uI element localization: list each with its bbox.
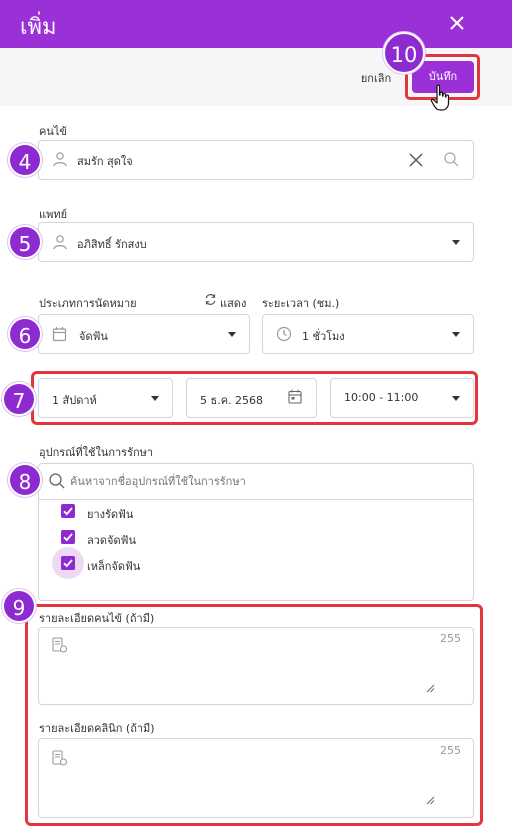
duration-label: ระยะเวลา (ชม.): [262, 297, 340, 310]
doctor-label: แพทย์: [39, 208, 68, 221]
appointment-type-select[interactable]: [38, 314, 250, 354]
doctor-value: อภิสิทธิ์ รักสงบ: [77, 238, 147, 251]
check-icon: [63, 533, 73, 542]
show-toggle-label[interactable]: แสดง: [220, 294, 246, 312]
clinic-details-counter: 255: [440, 744, 461, 757]
date-value: 5 ธ.ค. 2568: [200, 394, 264, 407]
dialog-title: เพิ่ม: [20, 15, 57, 40]
equipment-item-label: ยางรัดฟัน: [87, 508, 134, 521]
calendar-icon[interactable]: [288, 389, 302, 404]
chevron-down-icon: [151, 396, 159, 401]
patient-label: คนไข้: [39, 125, 67, 138]
check-icon: [63, 559, 73, 568]
chevron-down-icon: [228, 332, 236, 337]
hand-cursor-icon: [430, 84, 450, 111]
step-badge-patient: 4: [8, 143, 42, 177]
note-icon: [52, 750, 68, 766]
cancel-button[interactable]: ยกเลิก: [352, 69, 400, 89]
step-badge-details: 9: [2, 589, 36, 623]
patient-details-label: รายละเอียดคนไข้ (ถ้ามี): [39, 612, 155, 625]
chevron-down-icon: [452, 396, 460, 401]
step-badge-schedule: 7: [2, 382, 36, 416]
patient-details-textarea[interactable]: [38, 627, 474, 705]
resize-handle-icon[interactable]: [425, 795, 435, 805]
note-icon: [52, 637, 68, 653]
step-badge-type: 6: [8, 317, 42, 351]
search-icon[interactable]: [443, 151, 460, 168]
patient-details-counter: 255: [440, 632, 461, 645]
divider: [38, 499, 474, 500]
refresh-icon[interactable]: [204, 293, 217, 306]
step-badge-equipment: 8: [8, 463, 42, 497]
appointment-type-label: ประเภทการนัดหมาย: [39, 297, 137, 310]
equipment-label: อุปกรณ์ที่ใช้ในการรักษา: [39, 446, 154, 459]
chevron-down-icon: [452, 332, 460, 337]
person-icon: [53, 152, 67, 167]
calendar-icon: [52, 327, 67, 342]
equipment-item-label: เหล็กจัดฟัน: [87, 560, 141, 573]
clinic-details-label: รายละเอียดคลินิก (ถ้ามี): [39, 722, 155, 735]
dialog-header: [0, 0, 512, 48]
clear-icon[interactable]: [408, 152, 424, 168]
clock-icon: [276, 326, 292, 342]
duration-value: 1 ชั่วโมง: [302, 330, 345, 343]
check-icon: [63, 507, 73, 516]
chevron-down-icon: [452, 240, 460, 245]
resize-handle-icon[interactable]: [425, 683, 435, 693]
appointment-type-value: จัดฟัน: [79, 330, 108, 343]
time-value: 10:00 - 11:00: [344, 391, 419, 404]
equipment-search-input[interactable]: [70, 470, 460, 492]
clinic-details-textarea[interactable]: [38, 738, 474, 818]
step-badge-doctor: 5: [8, 225, 42, 259]
search-icon: [49, 473, 65, 489]
repeat-value: 1 สัปดาห์: [52, 394, 97, 407]
step-badge-save: 10: [383, 32, 425, 74]
patient-value: สมรัก สุดใจ: [77, 155, 133, 168]
equipment-item-label: ลวดจัดฟัน: [87, 534, 136, 547]
duration-select[interactable]: [262, 314, 474, 354]
person-icon: [53, 235, 67, 250]
close-icon[interactable]: [446, 12, 468, 34]
